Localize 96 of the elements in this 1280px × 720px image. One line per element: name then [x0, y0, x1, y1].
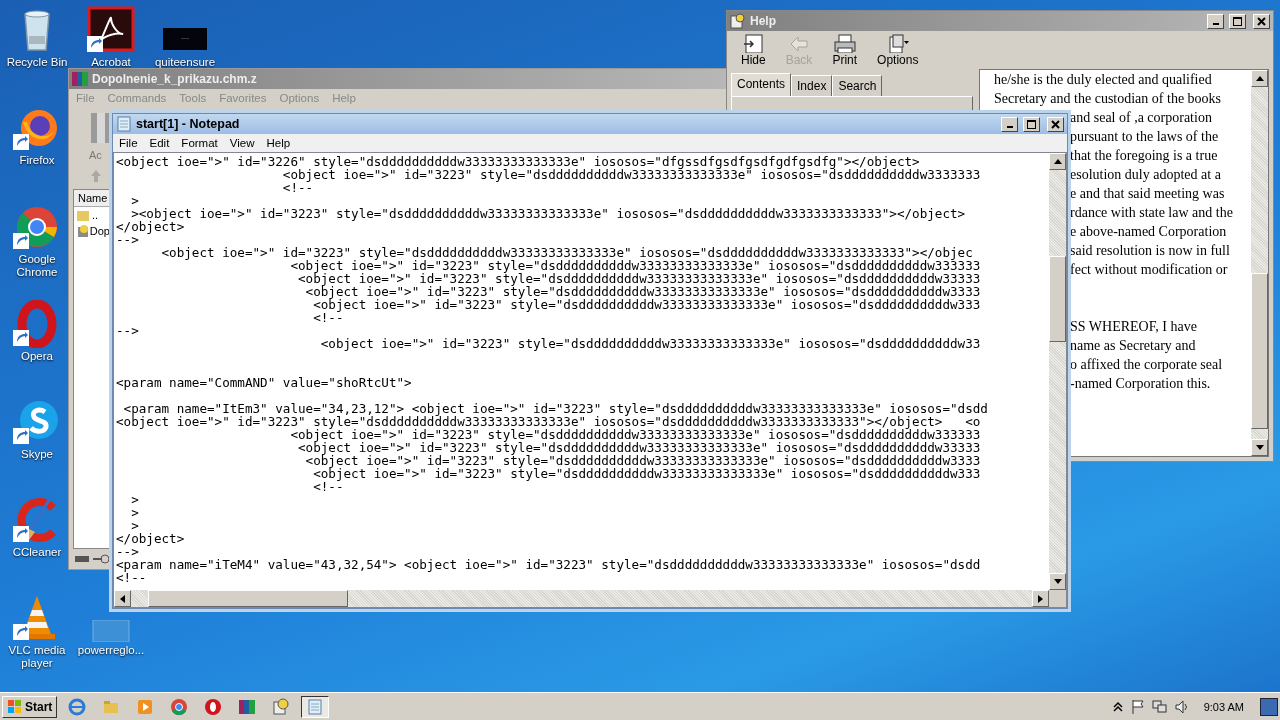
close-icon [1051, 119, 1060, 129]
tab[interactable]: Index [791, 75, 833, 96]
taskbar-button[interactable] [301, 695, 330, 718]
arrow-up-icon [1053, 159, 1062, 164]
document-text: SS WHEREOF, I have [1070, 318, 1197, 336]
network-icon[interactable] [1151, 698, 1168, 715]
document-text: o affixed the corporate seal [1070, 356, 1223, 374]
flag-icon[interactable] [1129, 698, 1146, 715]
speaker-icon[interactable] [1173, 698, 1190, 715]
books-icon [72, 71, 88, 87]
icon-label: CCleaner [11, 546, 63, 559]
notepad-icon [116, 116, 132, 132]
toolbar-label: Ac [89, 149, 102, 161]
document-text: -named Corporation this. [1070, 375, 1211, 393]
help-book-icon [272, 697, 291, 716]
icon-label: VLC media player [7, 644, 67, 670]
toolbar-button[interactable]: Options [871, 33, 925, 67]
document-text: <object ioe=">" id="3226" style="dsddddddddddw33333333333333e" iososos="dfgssdfgsdfgsdfgdfgsdfg"></object> <object ioe=">" id="3223" style="dsddddddddddw33333333333333e" iososos="dsddddddddddw3333333 <!-- > ><object ioe=">" id="3223" style="dsddddddddddw33333333333333e" iososos="dsddddddddddw3333333333333"></object> </object> --> <object ioe=">" id="3223" style="dsddddddddddw33333333333333e" iososos="dsddddddddddw3333333333333"></objec <object ioe=">" id="3223" style="dsddddddddddw33333333333333e" iososos="dsddddddddddw333333 <object ioe=">" id="3223" style="dsddddddddddw33333333333333e" iososos="dsddddddddddw33333 <object ioe=">" id="3223" style="dsddddddddddw33333333333333e" iososos="dsddddddddddw3333 <object ioe=">" id="3223" style="dsddddddddddw33333333333333e" iososos="dsddddddddddw333 <!-- --> <object ioe=">" id="3223" style="dsddddddddddw33333333333333e" iososos="dsddddddddddw33 <param name="CommAND" value="shoRtcUt"> <param name="ItEm3" value="34,23,12"> <object ioe=">" id="3223" style="dsddddddddddw33333333333333e" iososos="dsdd <object ioe=">" id="3223" style="dsddddddddddw33333333333333e" iososos="dsddddddddddw3333333333333"></object> <o <object ioe=">" id="3223" style="dsddddddddddw33333333333333e" iososos="dsddddddddddw333333 <object ioe=">" id="3223" style="dsddddddddddw33333333333333e" iososos="dsddddddddddw33333 <object ioe=">" id="3223" style="dsddddddddddw33333333333333e" iososos="dsddddddddddw3333 <object ioe=">" id="3223" style="dsddddddddddw33333333333333e" iososos="dsddddddddddw333 <!-- > > > </object> --> <param name="iTeM4" value="43,32,54"> <object ioe=">" id="3223" style="dsddddddddddw33333333333333e" iososos="dsdd <!-- [115, 153, 989, 586]
icon-label: Opera [20, 350, 54, 363]
scrollbar-thumb[interactable] [148, 590, 348, 607]
document-text: pursuant to the laws of the [1070, 128, 1219, 146]
icon-label: powerreglo... [76, 644, 146, 657]
toolbar-button[interactable]: Hide [735, 33, 772, 67]
menu-item[interactable]: Help [266, 137, 291, 149]
minimize-button[interactable] [1001, 116, 1018, 132]
arrow-down-icon [1255, 445, 1264, 450]
toolbar-button[interactable]: Print [826, 33, 864, 67]
start-button[interactable]: Start [2, 695, 58, 718]
scrollbar-thumb[interactable] [1251, 273, 1268, 429]
status-icons [75, 554, 111, 564]
document-text: rdance with state law and the [1070, 204, 1233, 222]
scroll-up-button[interactable] [1251, 70, 1268, 87]
windows-logo-icon [7, 698, 23, 715]
icon-label: Google Chrome [15, 253, 59, 279]
cloud-logo-icon[interactable] [13, 398, 61, 446]
document-text: said resolution is now in full [1070, 242, 1230, 260]
show-desktop-button[interactable] [1260, 697, 1278, 716]
column-header[interactable]: Name [74, 190, 112, 207]
icon-label: Acrobat [90, 56, 132, 69]
menu-item[interactable]: Format [181, 137, 218, 149]
tab[interactable]: Contents [731, 73, 792, 96]
document-text: e above-named Corporation [1070, 223, 1227, 241]
close-button[interactable] [1253, 13, 1270, 29]
maximize-icon [1233, 16, 1242, 26]
printer-icon [832, 33, 857, 53]
maximize-button[interactable] [1229, 13, 1246, 29]
menu-item[interactable]: File [119, 137, 138, 149]
help-file-icon [76, 224, 88, 238]
document-text: name as Secretary and [1070, 337, 1196, 355]
menu-item[interactable]: View [229, 137, 255, 149]
document-text: and seal of ,a corporation [1070, 109, 1212, 127]
ring-logo-icon [204, 697, 223, 716]
document-text: he/she is the duly elected and qualified [994, 71, 1212, 89]
scrollbar-thumb[interactable] [1049, 256, 1066, 342]
arrow-right-icon [1038, 594, 1043, 603]
tab[interactable]: Search [832, 75, 883, 96]
close-icon [1257, 16, 1266, 26]
document-text: e and that said meeting was [1070, 185, 1225, 203]
arrow-left-icon [120, 594, 125, 603]
document-text: esolution duly adopted at a [1070, 166, 1221, 184]
icon-label: Skype [20, 448, 54, 461]
icon-label: Firefox [18, 154, 56, 167]
chevron-up-icon[interactable] [1111, 699, 1124, 714]
document-text: Secretary and the custodian of the books [994, 90, 1222, 108]
scroll-down-button[interactable] [1251, 439, 1268, 456]
swirl-logo-icon[interactable] [87, 6, 135, 54]
maximize-icon [1027, 119, 1036, 129]
help-book-icon [730, 13, 746, 29]
folder-icon [76, 208, 90, 222]
window-title: Dopolnenie_k_prikazu.chm.z [92, 72, 257, 86]
menu-item[interactable]: Edit [149, 137, 170, 149]
minimize-button[interactable] [1207, 13, 1224, 29]
close-button[interactable] [1047, 116, 1064, 132]
scroll-right-button[interactable] [1032, 590, 1049, 607]
scrollbar-corner [1049, 590, 1066, 607]
play-icon [136, 697, 155, 716]
hide-pane-icon [741, 33, 766, 53]
document-text: fect without modification or [1070, 261, 1228, 279]
arrow-up-icon [1255, 76, 1264, 81]
icon-label: quiteensure [153, 56, 217, 69]
notepad-icon [306, 697, 325, 716]
file-name[interactable]: .. [92, 209, 99, 221]
maximize-button[interactable] [1023, 116, 1040, 132]
file-name[interactable]: Dop [89, 225, 110, 237]
scroll-left-button[interactable] [114, 590, 131, 607]
scroll-down-button[interactable] [1049, 573, 1066, 590]
arrow-down-icon [1053, 579, 1062, 584]
circle-logo-icon [170, 697, 189, 716]
scroll-up-button[interactable] [1049, 153, 1066, 170]
window-title: start[1] - Notepad [136, 117, 240, 131]
books-icon [238, 697, 257, 716]
icon-label: Recycle Bin [5, 56, 69, 69]
clock[interactable]: 9:03 AM [1203, 700, 1244, 713]
window-title: Help [750, 14, 776, 28]
e-logo-icon [68, 697, 87, 716]
document-text: that the foregoing is a true [1070, 147, 1218, 165]
